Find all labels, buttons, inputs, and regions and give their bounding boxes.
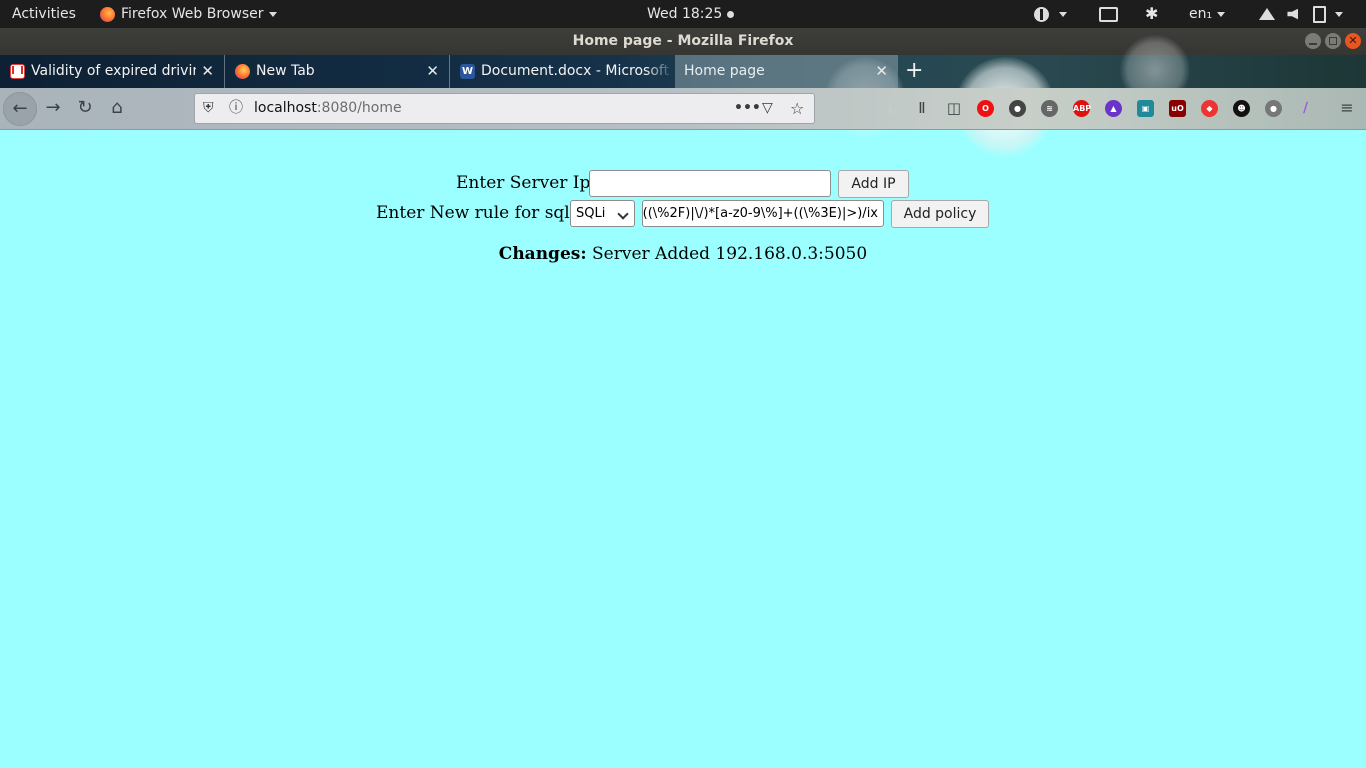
reload-button[interactable]: ↻ — [69, 92, 101, 124]
clock-label: Wed 18:25 — [647, 6, 723, 22]
home-button[interactable]: ⌂ — [101, 92, 133, 124]
battery-icon — [1312, 5, 1326, 23]
menu-icon[interactable]: ≡ — [1331, 92, 1363, 124]
adblock-plus-icon[interactable]: ABP — [1073, 100, 1091, 117]
tab-word-document[interactable]: W Document.docx - Microsoft Word — [450, 55, 674, 88]
info-icon[interactable]: ⓘ — [229, 94, 243, 123]
url-host: localhost — [254, 100, 317, 116]
chevron-down-icon — [1217, 11, 1226, 17]
activities-button[interactable]: Activities — [12, 0, 76, 28]
chevron-down-icon — [617, 208, 629, 220]
sqli-rule-label: Enter New rule for sqli — [376, 203, 576, 223]
volume-muted-icon — [1287, 8, 1299, 20]
gmail-icon — [10, 64, 25, 79]
extension-dots-icon[interactable]: ● — [1009, 100, 1026, 117]
bookmark-star-icon[interactable]: ☆ — [790, 94, 804, 123]
changes-status: Changes: Server Added 192.168.0.3:5050 — [0, 244, 1366, 264]
keyboard-layout-label: en₁ — [1189, 6, 1213, 22]
reload-icon: ↻ — [77, 97, 93, 118]
accessibility-menu[interactable] — [1034, 0, 1067, 28]
shield-icon[interactable]: ⛨ — [203, 94, 214, 123]
library-icon[interactable]: Ⅱ — [906, 92, 938, 124]
opera-vpn-icon[interactable]: O — [977, 100, 994, 117]
system-top-bar: Activities Firefox Web Browser Wed 18:25… — [0, 0, 1366, 28]
extension-face-icon[interactable]: ☻ — [1233, 100, 1250, 117]
ublock-origin-icon[interactable]: uO — [1169, 100, 1186, 117]
extension-brush-icon[interactable]: ∕ — [1297, 100, 1314, 117]
account-icon[interactable]: ● — [1265, 100, 1282, 117]
tab-gmail[interactable]: Validity of expired driving ✕ — [0, 55, 225, 88]
tab-label: New Tab — [256, 63, 315, 79]
extension-pin-icon[interactable]: ◆ — [1201, 100, 1218, 117]
chevron-down-icon — [1335, 11, 1344, 17]
tab-new-tab[interactable]: New Tab ✕ — [225, 55, 450, 88]
server-ip-input[interactable] — [589, 170, 831, 197]
arrow-right-icon: → — [45, 97, 61, 118]
word-icon: W — [460, 64, 475, 79]
changes-text: Server Added 192.168.0.3:5050 — [592, 244, 868, 264]
rule-type-selected: SQLi — [576, 206, 606, 221]
page-actions-icon[interactable]: ••• — [734, 94, 761, 123]
rule-type-select[interactable]: SQLi — [570, 200, 635, 227]
tab-label: Validity of expired driving — [31, 63, 196, 79]
home-icon: ⌂ — [111, 97, 123, 118]
maximize-icon — [1329, 37, 1337, 45]
sidebar-icon[interactable]: ◫ — [938, 92, 970, 124]
app-menu[interactable]: Firefox Web Browser — [100, 0, 277, 28]
extension-mask-icon[interactable]: ≋ — [1041, 100, 1058, 117]
notification-dot-icon — [726, 10, 734, 18]
server-ip-label: Enter Server Ip — [456, 173, 591, 193]
navigation-toolbar: ← → ↻ ⌂ ⛨ ⓘ localhost:8080/home ••• ▽ ☆ … — [0, 88, 1366, 130]
tab-label: Home page — [684, 63, 765, 79]
close-window-button[interactable]: ✕ — [1345, 33, 1361, 49]
tab-label: Document.docx - Microsoft Word — [481, 63, 674, 79]
pocket-icon[interactable]: ▽ — [762, 94, 773, 123]
close-tab-icon[interactable]: ✕ — [875, 55, 888, 88]
clock[interactable]: Wed 18:25 — [647, 0, 734, 28]
tab-strip: Validity of expired driving ✕ New Tab ✕ … — [0, 35, 1366, 157]
url-text[interactable]: localhost:8080/home — [254, 94, 402, 123]
keyboard-layout-menu[interactable]: en₁ — [1189, 0, 1226, 28]
download-icon[interactable]: ⤓ — [874, 92, 906, 124]
accessibility-icon — [1034, 6, 1049, 22]
close-icon: ✕ — [1348, 34, 1358, 47]
extension-prism-icon[interactable]: ▲ — [1105, 100, 1122, 117]
changes-label: Changes: — [498, 244, 587, 264]
drive-icon — [1099, 6, 1118, 22]
minimize-icon — [1309, 43, 1317, 45]
sqli-rule-value: /(\')|(\%27)|(\-\-)|(\%23)|(#)|((\%3C)|<… — [642, 206, 878, 221]
forward-button[interactable]: → — [37, 92, 69, 124]
close-tab-icon[interactable]: ✕ — [201, 55, 214, 88]
page-content: Enter Server Ip Add IP Enter New rule fo… — [0, 130, 1366, 768]
maximize-button[interactable] — [1325, 33, 1341, 49]
tab-home-page[interactable]: Home page ✕ — [675, 55, 898, 88]
system-status-menu[interactable] — [1259, 0, 1344, 28]
drive-indicator[interactable] — [1099, 0, 1118, 28]
back-button[interactable]: ← — [3, 92, 37, 126]
firefox-icon — [235, 64, 250, 79]
window-title: Home page - Mozilla Firefox — [572, 33, 794, 49]
sqli-rule-input[interactable]: /(\')|(\%27)|(\-\-)|(\%23)|(#)|((\%3C)|<… — [642, 200, 884, 227]
chevron-down-icon — [1059, 11, 1067, 17]
bluetooth-icon[interactable]: ✱ — [1145, 0, 1158, 28]
close-tab-icon[interactable]: ✕ — [426, 55, 439, 88]
chevron-down-icon — [268, 11, 277, 17]
url-bar[interactable]: ⛨ ⓘ localhost:8080/home ••• ▽ ☆ — [194, 93, 815, 124]
add-ip-button[interactable]: Add IP — [838, 170, 909, 198]
firefox-app-icon — [100, 6, 115, 22]
url-path: :8080/home — [316, 100, 402, 116]
add-policy-button[interactable]: Add policy — [891, 200, 989, 228]
new-tab-button[interactable]: + — [905, 55, 923, 88]
app-menu-label: Firefox Web Browser — [121, 6, 264, 22]
arrow-left-icon: ← — [12, 98, 28, 119]
wifi-icon — [1259, 8, 1275, 20]
minimize-button[interactable] — [1305, 33, 1321, 49]
extension-camera-icon[interactable]: ▣ — [1137, 100, 1154, 117]
